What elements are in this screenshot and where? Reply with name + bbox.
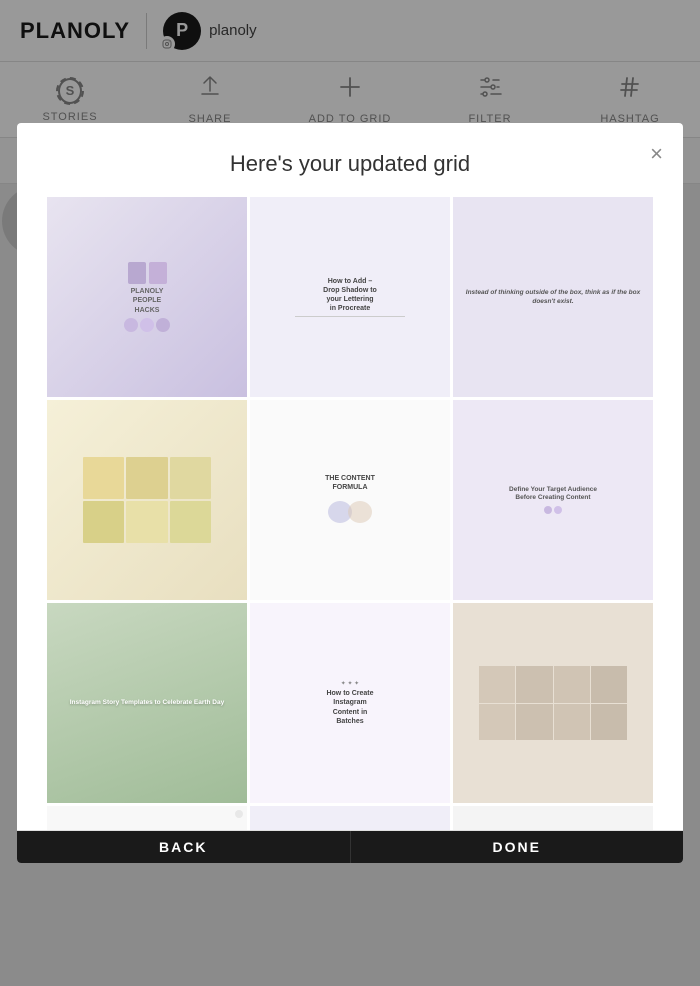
instagram-grid: PLANOLYPEOPLEHACKS How to Add –Drop Shad…	[47, 197, 653, 830]
modal-footer: BACK DONE	[17, 830, 683, 863]
back-button[interactable]: BACK	[17, 831, 351, 863]
modal-header: Here's your updated grid ×	[17, 123, 683, 197]
modal-title: Here's your updated grid	[230, 151, 470, 177]
grid-cell-11	[250, 806, 450, 830]
grid-cell-1: PLANOLYPEOPLEHACKS	[47, 197, 247, 397]
grid-cell-8: ✦ ✦ ✦ How to CreateInstagramContent inBa…	[250, 603, 450, 803]
grid-cell-3: Instead of thinking outside of the box, …	[453, 197, 653, 397]
grid-cell-2: How to Add –Drop Shadow toyour Lettering…	[250, 197, 450, 397]
grid-cell-7: Instagram Story Templates to Celebrate E…	[47, 603, 247, 803]
grid-cell-5: THE CONTENTFORMULA	[250, 400, 450, 600]
close-button[interactable]: ×	[650, 143, 663, 165]
grid-cell-9	[453, 603, 653, 803]
grid-cell-10	[47, 806, 247, 830]
modal: Here's your updated grid × PLANOLYPEOPLE…	[17, 123, 683, 863]
modal-body: PLANOLYPEOPLEHACKS How to Add –Drop Shad…	[17, 197, 683, 830]
grid-cell-6: Define Your Target AudienceBefore Creati…	[453, 400, 653, 600]
grid-cell-12	[453, 806, 653, 830]
done-button[interactable]: DONE	[351, 831, 684, 863]
grid-cell-4	[47, 400, 247, 600]
modal-overlay: Here's your updated grid × PLANOLYPEOPLE…	[0, 0, 700, 986]
